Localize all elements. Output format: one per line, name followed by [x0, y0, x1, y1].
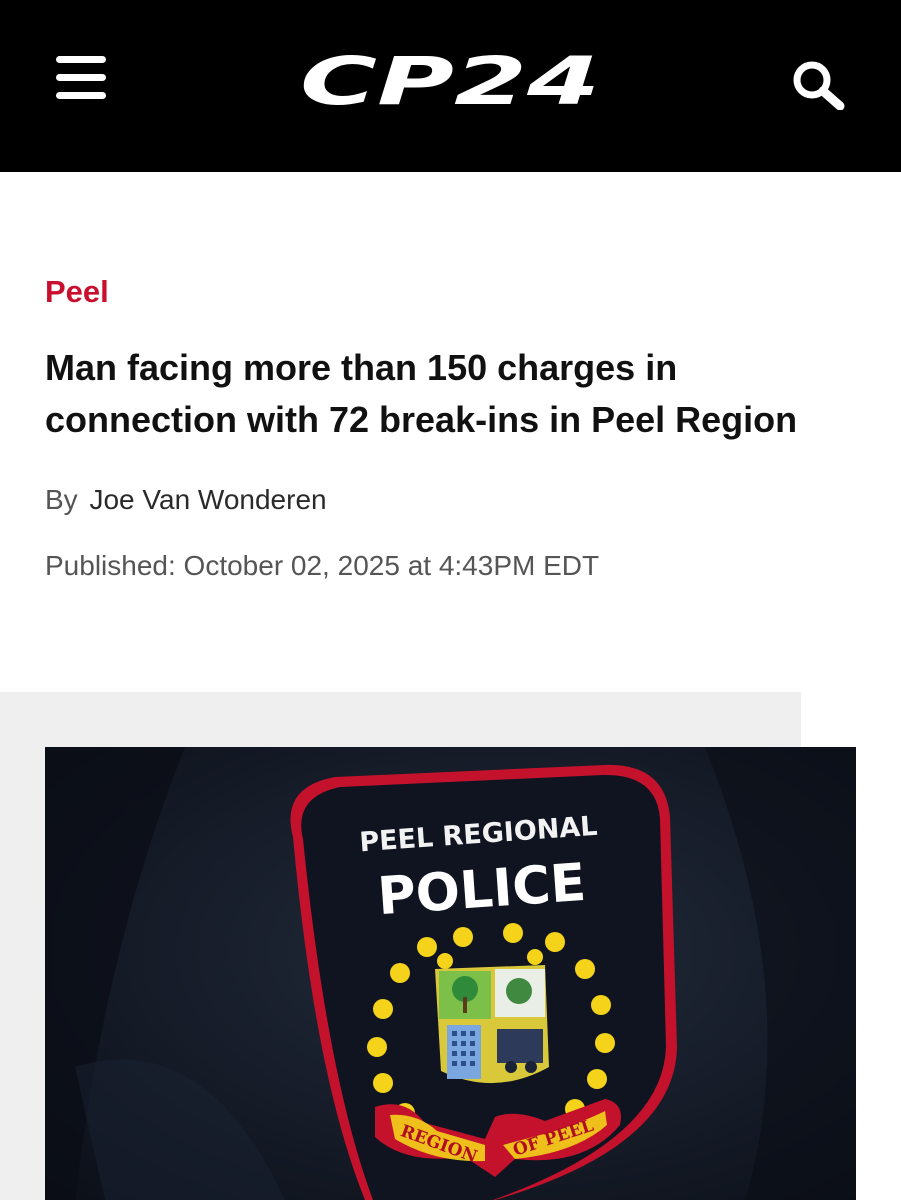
published-timestamp: Published: October 02, 2025 at 4:43PM ED…: [45, 550, 600, 581]
article-photo[interactable]: PEEL REGIONAL POLICE REGION OF PEEL: [45, 747, 856, 1200]
article-header: Peel Man facing more than 150 charges in…: [45, 270, 845, 586]
police-badge: PEEL REGIONAL POLICE REGION OF PEEL: [290, 764, 677, 1200]
byline: By Joe Van Wonderen: [45, 480, 845, 520]
category-link[interactable]: Peel: [45, 270, 845, 314]
hamburger-menu-icon[interactable]: [56, 56, 106, 100]
cp24-logo[interactable]: CP24: [292, 43, 608, 120]
search-icon[interactable]: [790, 58, 848, 111]
byline-prefix: By: [45, 484, 78, 515]
logo-text: CP24: [300, 48, 600, 112]
top-navigation-bar: CP24: [0, 0, 901, 172]
author-link[interactable]: Joe Van Wonderen: [89, 484, 326, 515]
article-headline: Man facing more than 150 charges in conn…: [45, 347, 798, 440]
